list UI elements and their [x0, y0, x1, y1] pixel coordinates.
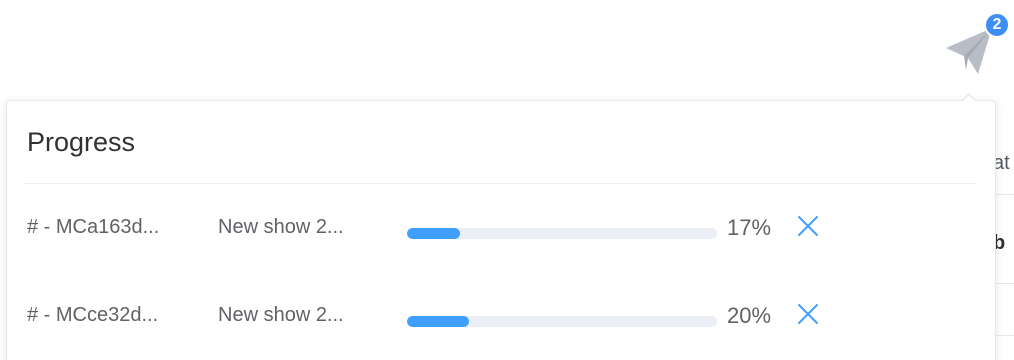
close-icon[interactable]: [795, 301, 821, 327]
background-divider: [995, 283, 1014, 284]
popover-title: Progress: [27, 127, 136, 157]
progress-item: # - MCce32d... New show 2... 20%: [27, 295, 977, 335]
item-id: # - MCce32d...: [27, 304, 159, 326]
progress-item: # - MCa163d... New show 2... 17%: [27, 207, 977, 247]
progress-bar-fill: [407, 316, 469, 327]
background-divider: [995, 194, 1014, 195]
progress-bar: [407, 228, 717, 239]
item-name: New show 2...: [218, 216, 344, 238]
popover-divider: [25, 183, 977, 184]
popover-arrow-inner: [962, 95, 976, 102]
app-window: at b 2 Progress # - MCa163d... New show …: [0, 0, 1014, 360]
notification-badge: 2: [984, 12, 1010, 38]
progress-popover: Progress # - MCa163d... New show 2... 17…: [6, 100, 996, 360]
background-divider: [995, 335, 1014, 336]
progress-bar: [407, 316, 717, 327]
progress-percent: 17%: [727, 215, 772, 240]
item-id: # - MCa163d...: [27, 216, 160, 238]
close-icon[interactable]: [795, 213, 821, 239]
background-page-edge: [995, 100, 1014, 360]
progress-bar-fill: [407, 228, 460, 239]
item-name: New show 2...: [218, 304, 344, 326]
progress-percent: 20%: [727, 303, 772, 328]
notification-button[interactable]: 2: [944, 12, 1014, 82]
